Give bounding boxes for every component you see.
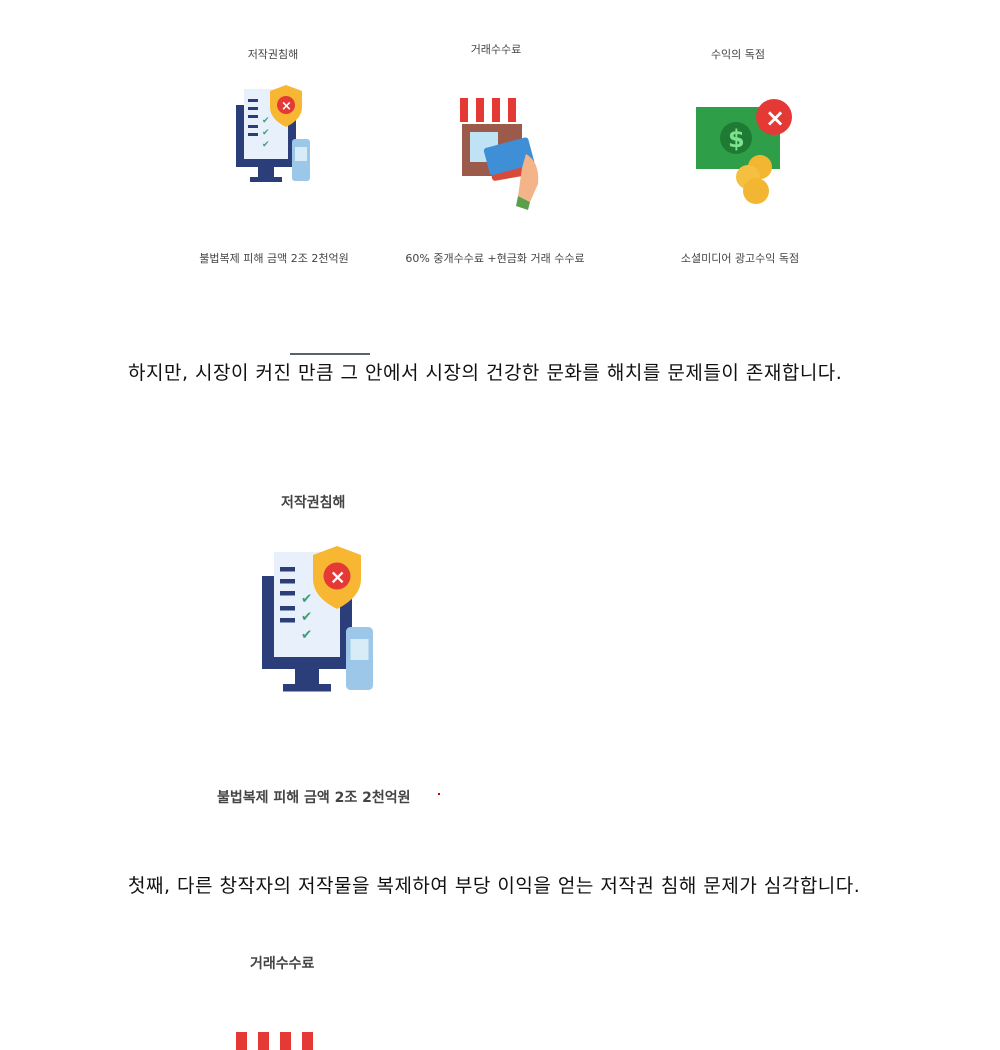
store-card-icon xyxy=(460,98,539,210)
section-title: 거래수수료 xyxy=(250,956,315,972)
copyright-violation-icon xyxy=(262,546,373,692)
caption: 불법복제 피해 금액 2조 2천억원 xyxy=(199,252,349,265)
caption-title: 수익의 독점 xyxy=(710,48,766,61)
store-awning-icon xyxy=(236,1032,326,1050)
caption: 소셜미디어 광고수익 독점 xyxy=(680,252,800,265)
paragraph: 하지만, 시장이 커진 만큼 그 안에서 시장의 건강한 문화를 해치를 문제들… xyxy=(128,362,843,384)
caption-title: 저작권침해 xyxy=(247,48,299,61)
svg-text:$: $ xyxy=(728,125,745,153)
money-x-icon: $ × xyxy=(696,99,792,204)
paragraph: 첫째, 다른 창작자의 저작물을 복제하여 부당 이익을 얻는 저작권 침해 문… xyxy=(128,875,861,897)
caption: 60% 중개수수료 +현금화 거래 수수료 xyxy=(405,252,585,265)
dot-mark xyxy=(438,793,440,795)
copyright-violation-icon xyxy=(236,85,310,182)
svg-text:×: × xyxy=(765,104,785,132)
caption-title: 거래수수료 xyxy=(470,43,522,56)
overline-mark xyxy=(290,353,370,355)
section-title: 저작권침해 xyxy=(281,495,346,511)
section-caption: 불법복제 피해 금액 2조 2천억원 xyxy=(217,790,411,806)
